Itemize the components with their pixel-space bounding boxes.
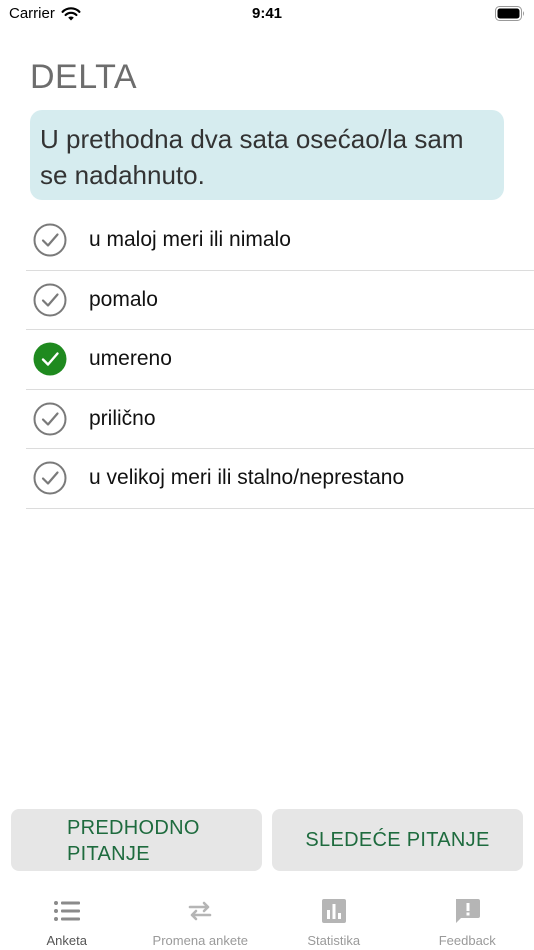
checkmark-circle-icon (33, 223, 67, 257)
option-item[interactable]: u velikoj meri ili stalno/neprestano (26, 449, 534, 509)
tab-label: Statistika (307, 933, 361, 948)
question-text: U prethodna dva sata osećao/la sam se na… (40, 124, 464, 190)
option-label: u maloj meri ili nimalo (89, 228, 291, 252)
clock: 9:41 (251, 5, 283, 22)
next-question-button[interactable]: SLEDEĆE PITANJE (272, 809, 523, 871)
option-item[interactable]: prilično (26, 390, 534, 449)
swap-arrows-icon (188, 901, 212, 921)
option-label: umereno (89, 347, 172, 371)
battery-icon (495, 6, 524, 21)
status-bar: Carrier 9:41 (0, 0, 534, 30)
tab-statistika[interactable]: Statistika (267, 884, 401, 950)
checkmark-circle-icon (33, 461, 67, 495)
checkmark-circle-icon (33, 402, 67, 436)
answer-options: u maloj meri ili nimalo pomalo umereno p… (26, 211, 534, 509)
checkmark-circle-icon (33, 283, 67, 317)
tab-promena-ankete[interactable]: Promena ankete (134, 884, 268, 950)
option-item[interactable]: u maloj meri ili nimalo (26, 211, 534, 271)
option-item-selected[interactable]: umereno (26, 330, 534, 390)
previous-question-button[interactable]: PREDHODNO PITANJE (11, 809, 262, 871)
checkmark-circle-filled-icon (33, 342, 67, 376)
bar-chart-icon (321, 899, 346, 923)
option-label: pomalo (89, 287, 158, 311)
list-icon (53, 901, 80, 921)
option-label: u velikoj meri ili stalno/neprestano (89, 466, 405, 490)
tab-label: Anketa (46, 933, 87, 948)
question-box: U prethodna dva sata osećao/la sam se na… (30, 110, 504, 200)
tab-label: Feedback (438, 933, 496, 948)
tab-feedback[interactable]: Feedback (401, 884, 534, 950)
feedback-icon (456, 899, 481, 923)
tab-label: Promena ankete (152, 933, 248, 948)
tab-anketa[interactable]: Anketa (0, 884, 134, 950)
survey-title: DELTA (30, 58, 138, 96)
option-item[interactable]: pomalo (26, 271, 534, 330)
option-label: prilično (89, 406, 156, 430)
tab-bar: Anketa Promena ankete Statistika Feedbac… (0, 884, 534, 950)
